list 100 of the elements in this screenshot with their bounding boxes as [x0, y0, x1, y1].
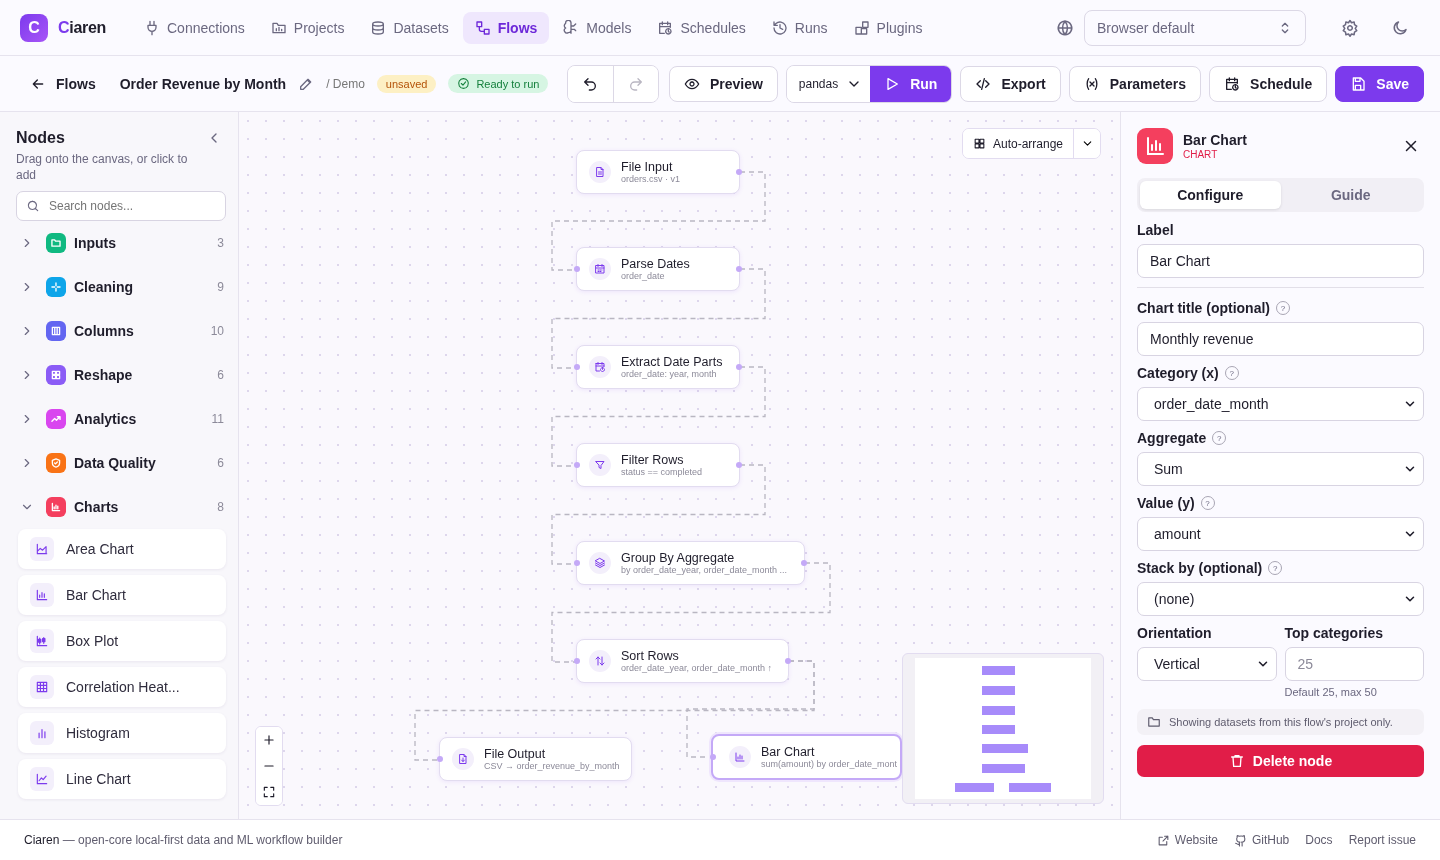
- nav-tab[interactable]: Plugins: [841, 11, 935, 44]
- field-label: Chart title (optional): [1137, 300, 1270, 316]
- footer-link[interactable]: GitHub: [1233, 833, 1290, 847]
- select-field[interactable]: (none): [1137, 582, 1424, 616]
- category-count: 8: [217, 500, 225, 515]
- box-plot-icon: [35, 634, 49, 649]
- output-port[interactable]: [736, 364, 742, 370]
- note-text: Showing datasets from this flow's project only.: [1169, 716, 1393, 728]
- node-type-name: Correlation Heat...: [66, 679, 180, 696]
- bar-chart-icon: [1137, 128, 1173, 164]
- minimap[interactable]: [902, 653, 1104, 804]
- history-icon: [771, 19, 788, 36]
- category-row[interactable]: Cleaning 9: [16, 265, 226, 310]
- flow-title: Order Revenue by Month: [119, 75, 287, 92]
- flow-node[interactable]: Filter Rows status == completed: [576, 443, 740, 487]
- calendar-icon: [1224, 75, 1241, 92]
- preview-button[interactable]: Preview: [668, 65, 778, 102]
- flow-node[interactable]: Bar Chart sum(amount) by order_date_mont: [711, 734, 902, 780]
- bar-chart-icon: [734, 751, 746, 763]
- export-button[interactable]: Export: [960, 65, 1061, 102]
- undo-button[interactable]: [567, 65, 613, 102]
- panel-tab[interactable]: Configure: [1140, 181, 1281, 209]
- nav-tab[interactable]: Datasets: [358, 11, 461, 44]
- file-icon: [594, 166, 606, 178]
- fit-view-icon: [262, 785, 276, 799]
- nav-tab[interactable]: Runs: [759, 11, 840, 44]
- flow-node[interactable]: File Output CSV → order_revenue_by_month: [439, 737, 632, 781]
- parameters-button[interactable]: Parameters: [1068, 65, 1202, 102]
- flow-node[interactable]: Parse Dates order_date: [576, 247, 740, 291]
- auto-arrange-menu-button[interactable]: [1073, 129, 1101, 158]
- nav-tab[interactable]: Projects: [258, 11, 357, 44]
- node-type-item[interactable]: Histogram: [18, 713, 226, 754]
- footer-link[interactable]: Website: [1156, 833, 1218, 847]
- node-type-item[interactable]: Correlation Heat...: [18, 667, 226, 708]
- delete-button[interactable]: Delete node: [1137, 745, 1424, 777]
- globe-icon: [1056, 18, 1074, 37]
- category-row[interactable]: Columns 10: [16, 309, 226, 354]
- language-select[interactable]: Browser default: [1084, 9, 1306, 46]
- input-port[interactable]: [574, 462, 580, 468]
- back-link[interactable]: Flows: [30, 75, 96, 92]
- output-port[interactable]: [736, 462, 742, 468]
- area-chart-icon: [35, 542, 49, 557]
- node-title: File Output: [484, 747, 547, 761]
- select-field[interactable]: order_date_month: [1137, 387, 1424, 421]
- output-port[interactable]: [736, 266, 742, 272]
- category-row[interactable]: Reshape 6: [16, 353, 226, 398]
- input-port[interactable]: [710, 754, 716, 760]
- text-field[interactable]: Monthly revenue: [1137, 322, 1424, 356]
- node-type-item[interactable]: Line Chart: [18, 759, 226, 800]
- node-type-item[interactable]: Bar Chart: [18, 575, 226, 616]
- output-port[interactable]: [801, 560, 807, 566]
- status-text: Ready to run: [476, 77, 540, 90]
- save-button[interactable]: Save: [1335, 65, 1424, 102]
- logo: C: [20, 13, 48, 42]
- field-label: Stack by (optional): [1137, 560, 1263, 576]
- input-port[interactable]: [574, 560, 580, 566]
- nav-tab[interactable]: Flows: [462, 11, 550, 44]
- folder-icon: [1147, 715, 1161, 729]
- panel-tab[interactable]: Guide: [1280, 181, 1421, 209]
- output-port[interactable]: [785, 658, 791, 664]
- node-subtitle: order_date: [621, 271, 666, 281]
- input-port[interactable]: [574, 658, 580, 664]
- search-icon: [26, 199, 40, 214]
- category-count: 11: [211, 412, 225, 427]
- node-type-item[interactable]: Area Chart: [18, 529, 226, 570]
- search-field[interactable]: Search nodes...: [16, 191, 226, 222]
- calendar-icon: [657, 19, 674, 36]
- category-row[interactable]: Inputs 3: [16, 221, 226, 266]
- select-field[interactable]: Sum: [1137, 452, 1424, 486]
- footer-link[interactable]: Docs: [1305, 833, 1333, 847]
- node-type-name: Bar Chart: [66, 587, 126, 604]
- nav-tab[interactable]: Schedules: [645, 11, 758, 44]
- nav-tab[interactable]: Models: [551, 11, 644, 44]
- input-port[interactable]: [574, 364, 580, 370]
- code-icon: [975, 75, 992, 92]
- select-field[interactable]: Vertical: [1137, 647, 1277, 681]
- grid-icon: [973, 137, 986, 150]
- footer-link[interactable]: Report issue: [1348, 833, 1416, 847]
- category-row[interactable]: Analytics 11: [16, 397, 226, 442]
- number-field[interactable]: 25: [1284, 647, 1424, 681]
- flow-node[interactable]: Sort Rows order_date_year, order_date_month ↑: [576, 639, 789, 683]
- flow-node[interactable]: File Input orders.csv · v1: [576, 150, 740, 194]
- select-field[interactable]: amount: [1137, 517, 1424, 551]
- node-type-item[interactable]: Box Plot: [18, 621, 226, 662]
- input-port[interactable]: [574, 266, 580, 272]
- nav-tab[interactable]: Connections: [132, 11, 257, 44]
- category-row[interactable]: Charts 8: [16, 485, 226, 530]
- category-row[interactable]: Data Quality 6: [16, 441, 226, 486]
- field-hint: Default 25, max 50: [1284, 686, 1378, 698]
- flow-node[interactable]: Group By Aggregate by order_date_year, order_date_month ...: [576, 541, 805, 585]
- calendar-icon: [594, 263, 606, 275]
- text-field[interactable]: Bar Chart: [1137, 244, 1424, 278]
- output-port[interactable]: [736, 169, 742, 175]
- category-name: Columns: [74, 323, 135, 340]
- schedule-button[interactable]: Schedule: [1209, 65, 1328, 102]
- filter-icon: [594, 459, 606, 471]
- node-subtitle: status == completed: [621, 467, 703, 477]
- flow-node[interactable]: Extract Date Parts order_date: year, month: [576, 345, 740, 389]
- blocks-icon: [853, 19, 870, 36]
- input-port[interactable]: [437, 756, 443, 762]
